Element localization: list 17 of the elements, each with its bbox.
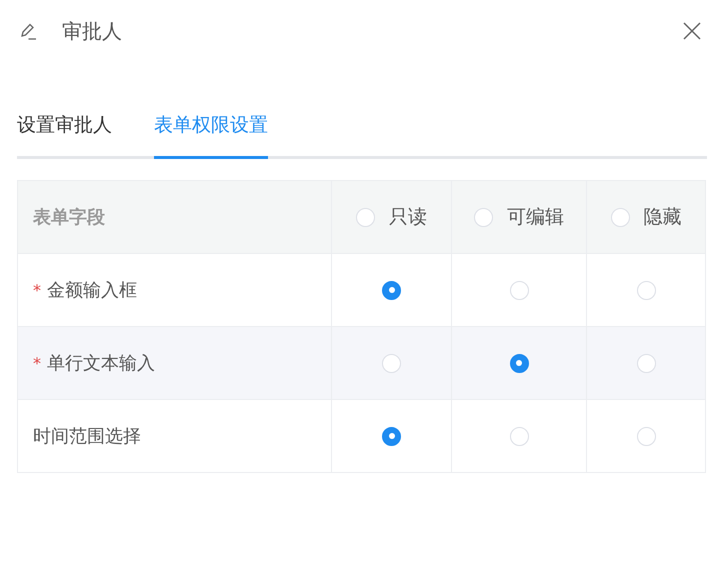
field-name: 单行文本输入	[47, 352, 155, 375]
dialog-title: 审批人	[62, 18, 122, 44]
radio-button[interactable]	[510, 354, 528, 372]
tab[interactable]: 表单权限设置	[154, 106, 268, 159]
radio-option[interactable]: 只读	[356, 204, 427, 230]
radio-option[interactable]: 可编辑	[474, 204, 564, 230]
radio-button[interactable]	[382, 426, 401, 446]
close-icon[interactable]	[682, 21, 702, 41]
field-name: 金额输入框	[47, 279, 137, 302]
field-name: 时间范围选择	[33, 425, 141, 448]
radio-button[interactable]	[382, 280, 401, 300]
column-header: 表单字段	[33, 206, 105, 229]
tab[interactable]: 设置审批人	[17, 106, 112, 159]
radio-option[interactable]: 隐藏	[610, 204, 682, 230]
required-asterisk: *	[33, 354, 41, 372]
required-asterisk: *	[33, 280, 41, 300]
edit-icon	[18, 21, 38, 41]
